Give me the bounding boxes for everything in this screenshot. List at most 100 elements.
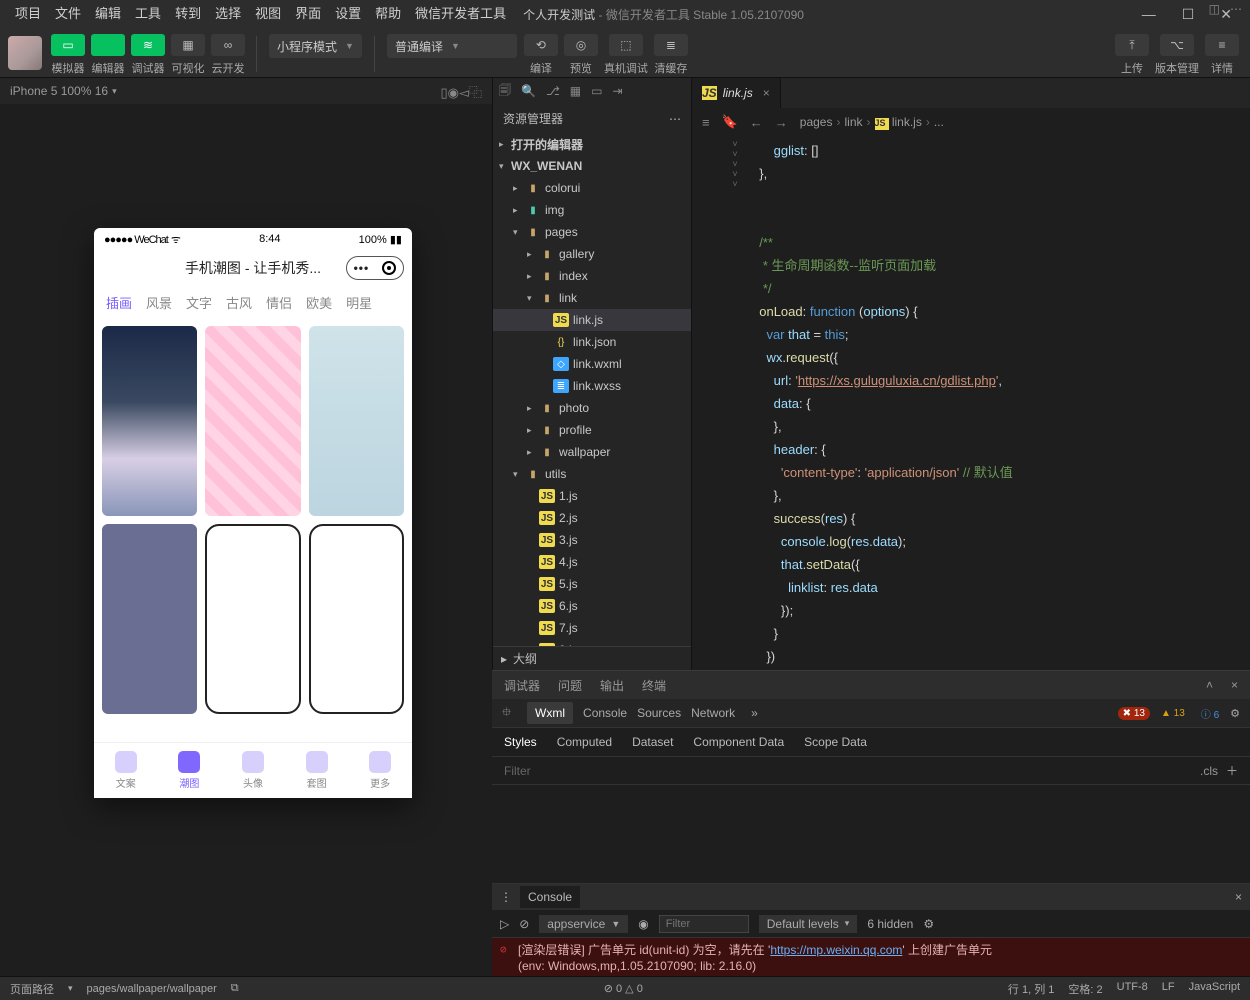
devtools-tab[interactable]: 问题 (558, 677, 582, 694)
gear-icon[interactable]: ⚙ (923, 917, 934, 931)
hidden-count[interactable]: 6 hidden (867, 917, 913, 931)
版本管理-button[interactable]: ⌥ (1160, 34, 1194, 56)
wallpaper-tile[interactable] (309, 326, 404, 516)
style-tab[interactable]: Styles (504, 735, 537, 749)
phone-simulator[interactable]: ●●●●● WeChat ᯤ 8:44 100% ▮▮ 手机潮图 - 让手机秀.… (94, 228, 412, 798)
devtools-panel-tab[interactable]: Console (583, 706, 627, 720)
menu-item[interactable]: 帮助 (368, 6, 408, 21)
close-icon[interactable]: × (1231, 678, 1238, 692)
page-path[interactable]: pages/wallpaper/wallpaper (87, 983, 217, 995)
menu-item[interactable]: 微信开发者工具 (408, 6, 513, 21)
nav-fwd-icon[interactable]: → (775, 115, 788, 130)
tree-node[interactable]: ▸▮colorui (493, 177, 691, 199)
devtools-tab[interactable]: 调试器 (504, 677, 540, 694)
tree-node[interactable]: {}link.json (493, 331, 691, 353)
可视化-button[interactable]: ▦ (171, 34, 205, 56)
device-action-icon[interactable]: ▯ (440, 85, 447, 100)
split-icon[interactable]: ◫ (1209, 2, 1220, 16)
tree-node[interactable]: ▸▮profile (493, 419, 691, 441)
explorer-icon[interactable]: 🗐 (499, 81, 511, 102)
console-tab[interactable]: Console (520, 886, 580, 908)
levels-select[interactable]: Default levels ▾ (759, 915, 858, 933)
branch-icon[interactable]: ⎇ (546, 84, 560, 98)
tree-node[interactable]: ▸▮img (493, 199, 691, 221)
status-item[interactable]: 行 1, 列 1 (1008, 981, 1054, 997)
wallpaper-tile[interactable] (309, 524, 404, 714)
device-action-icon[interactable]: ⿻ (469, 85, 482, 100)
eye-icon[interactable]: ◉ (638, 917, 648, 931)
style-tab[interactable]: Scope Data (804, 735, 867, 749)
status-item[interactable]: 空格: 2 (1068, 981, 1102, 997)
清缓存-button[interactable]: ≣ (654, 34, 688, 56)
tree-node[interactable]: JSlink.js (493, 309, 691, 331)
panel-icon[interactable]: ▭ (591, 84, 602, 98)
tree-node[interactable]: ▸▮index (493, 265, 691, 287)
mode-select[interactable]: 小程序模式▼ (269, 34, 362, 58)
menu-item[interactable]: 选择 (208, 6, 248, 21)
context-select[interactable]: appservice ▼ (539, 915, 628, 933)
menu-item[interactable]: 界面 (288, 6, 328, 21)
window-maximize-icon[interactable]: ☐ (1176, 4, 1201, 25)
user-avatar[interactable] (8, 36, 42, 70)
tree-node[interactable]: ▾▮utils (493, 463, 691, 485)
copy-icon[interactable]: ⧉ (231, 982, 239, 995)
style-tab[interactable]: Computed (557, 735, 612, 749)
devtools-panel-tab[interactable]: Sources (637, 706, 681, 720)
device-action-icon[interactable]: ◉ (448, 85, 459, 100)
console-filter-input[interactable] (659, 915, 749, 933)
nav-back-icon[interactable]: ← (750, 115, 763, 130)
close-icon[interactable]: × (1235, 890, 1242, 904)
menu-item[interactable]: 文件 (48, 6, 88, 21)
tree-node[interactable]: JS7.js (493, 617, 691, 639)
menu-item[interactable]: 项目 (8, 6, 48, 21)
menu-item[interactable]: 编辑 (88, 6, 128, 21)
tree-node[interactable]: ▾▮pages (493, 221, 691, 243)
bookmark-icon[interactable]: 🔖 (722, 114, 738, 130)
diagnostics[interactable]: ⊘ 0 △ 0 (604, 983, 643, 995)
tree-node[interactable]: JS8.js (493, 639, 691, 646)
tree-node[interactable]: JS1.js (493, 485, 691, 507)
status-item[interactable]: JavaScript (1189, 981, 1240, 997)
云开发-button[interactable]: ∞ (211, 34, 245, 56)
device-label[interactable]: iPhone 5 100% 16 (10, 84, 108, 98)
devtools-panel-tab[interactable]: Wxml (527, 702, 573, 724)
tree-node[interactable]: ▾▮link (493, 287, 691, 309)
search-icon[interactable]: 🔍 (521, 84, 536, 98)
tabbar-item[interactable]: 潮图 (178, 751, 200, 790)
cls-toggle[interactable]: .cls (1200, 764, 1218, 778)
编辑器-button[interactable] (91, 34, 125, 56)
console-play-icon[interactable]: ▷ (500, 917, 509, 931)
breadcrumb[interactable]: pages›link›JS link.js›... (800, 115, 944, 130)
wallpaper-tile[interactable] (102, 326, 197, 516)
真机调试-button[interactable]: ⬚ (609, 34, 643, 56)
outline-section[interactable]: ▸大纲 (493, 646, 691, 670)
tabbar-item[interactable]: 更多 (369, 751, 391, 790)
详情-button[interactable]: ≡ (1205, 34, 1239, 56)
grid-icon[interactable]: ▦ (570, 84, 581, 98)
menu-item[interactable]: 工具 (128, 6, 168, 21)
tree-section[interactable]: ▾WX_WENAN (493, 155, 691, 177)
tree-node[interactable]: ▸▮photo (493, 397, 691, 419)
close-icon[interactable]: × (763, 86, 770, 100)
wallpaper-tile[interactable] (205, 326, 300, 516)
devtools-panel-tab[interactable]: Network (691, 706, 735, 720)
调试器-button[interactable]: ≋ (131, 34, 165, 56)
add-style-icon[interactable]: ＋ (1226, 762, 1238, 779)
compile-select[interactable]: 普通编译▼ (387, 34, 517, 58)
gear-icon[interactable]: ⚙ (1230, 707, 1240, 720)
menu-item[interactable]: 转到 (168, 6, 208, 21)
tree-section[interactable]: ▸打开的编辑器 (493, 133, 691, 155)
category-tabs[interactable]: 插画风景文字古风情侣欧美明星 (94, 286, 412, 318)
console-toggle-icon[interactable]: ⋮ (500, 890, 512, 904)
模拟器-button[interactable]: ▭ (51, 34, 85, 56)
tabbar-item[interactable]: 头像 (242, 751, 264, 790)
inspect-icon[interactable]: ⯐ (502, 703, 511, 724)
tree-node[interactable]: JS5.js (493, 573, 691, 595)
style-tab[interactable]: Component Data (693, 735, 784, 749)
tree-node[interactable]: ▸▮gallery (493, 243, 691, 265)
list-icon[interactable]: ≡ (702, 115, 710, 130)
tree-node[interactable]: JS4.js (493, 551, 691, 573)
capsule-button[interactable]: ••• (346, 256, 404, 280)
style-tab[interactable]: Dataset (632, 735, 673, 749)
more-icon[interactable]: ⋯ (1230, 2, 1242, 16)
